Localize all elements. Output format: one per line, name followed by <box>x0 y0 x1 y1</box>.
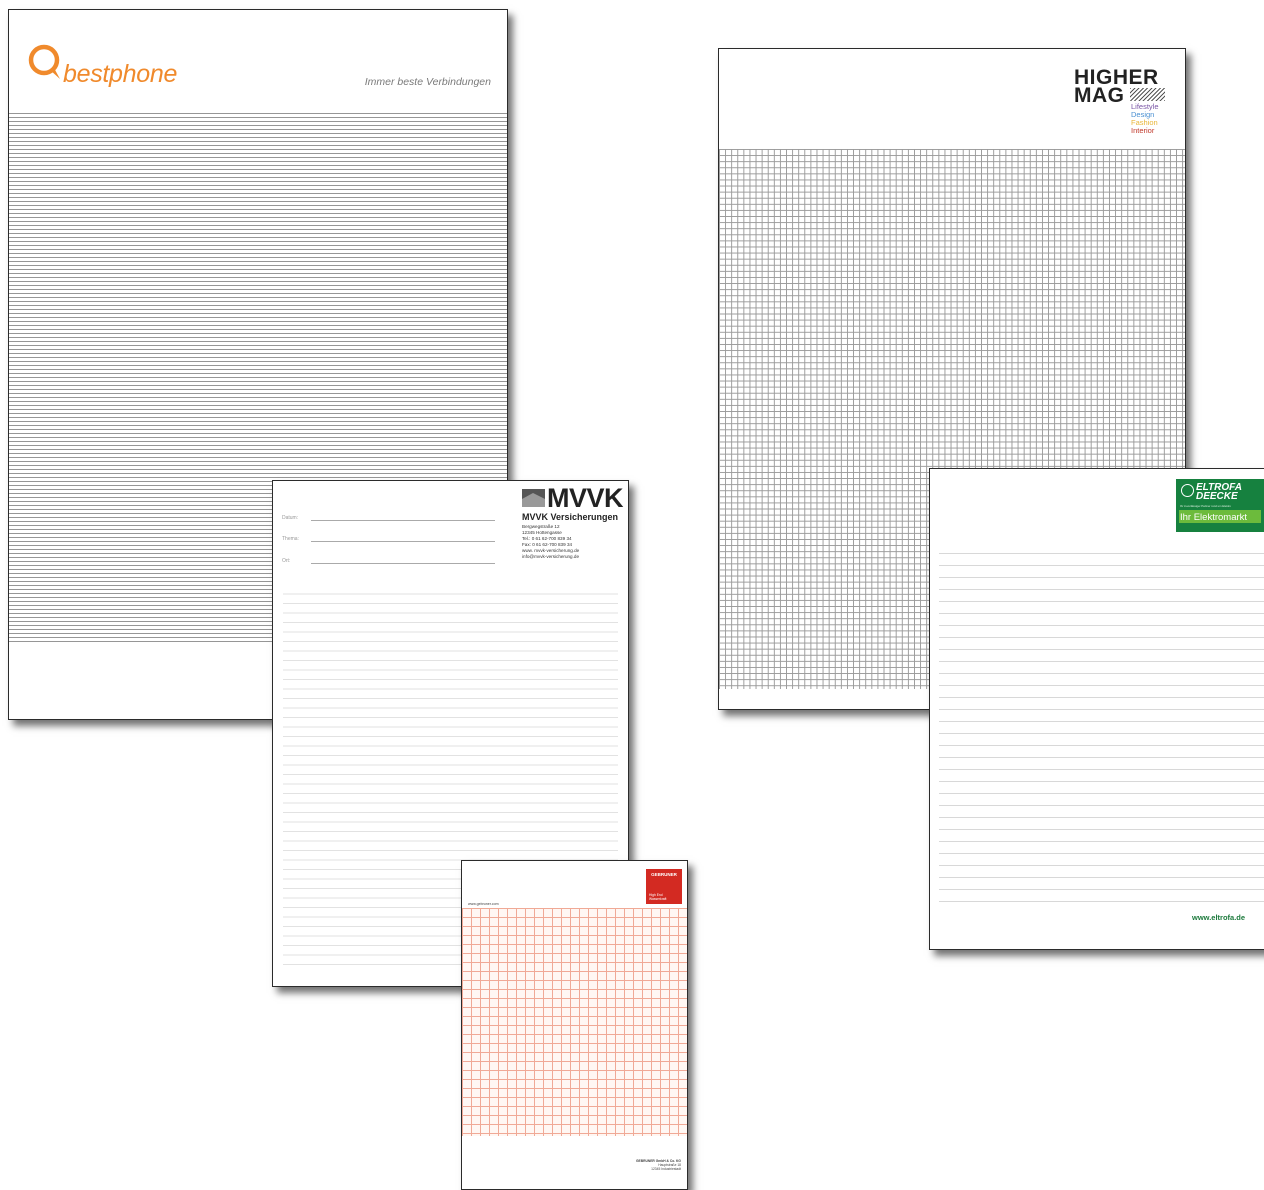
field-line <box>311 563 495 564</box>
mvvk-company-name: MVVK Versicherungen <box>522 512 619 522</box>
eltrofa-logo-name: ELTROFA DEECKE <box>1196 483 1242 502</box>
mvvk-logo-icon <box>522 489 545 507</box>
eltrofa-url: www.eltrofa.de <box>1192 913 1246 922</box>
notepad-eltrofa: ELTROFA DEECKE Ihr zuverlässiger Partner… <box>929 468 1264 950</box>
notepad-gebruner: GEBRUNER High End Wasserkraft www.gebrun… <box>461 860 688 1190</box>
eltrofa-subline: Ihr Elektromarkt <box>1180 512 1248 523</box>
field-line <box>311 520 495 521</box>
gebruner-tagline-line: Wasserkraft <box>649 897 667 901</box>
field-label-place: Ort: <box>282 558 291 564</box>
field-label-topic: Thema: <box>282 536 299 542</box>
gebruner-logo-tagline: High End Wasserkraft <box>649 893 666 901</box>
field-label-date: Datum: <box>282 515 299 521</box>
speech-bubble-q-logo-icon <box>28 44 60 79</box>
bestphone-brand-name: bestphone <box>63 60 178 88</box>
gebruner-url: www.gebruner.com <box>468 902 499 906</box>
mvvk-logo-text: MVVK <box>547 483 624 513</box>
ruled-lines <box>939 542 1264 902</box>
higher-mag-category: Interior <box>1131 126 1155 135</box>
eltrofa-logo-small-text: Ihr zuverlässiger Partner rund um Elektr… <box>1180 504 1231 508</box>
field-line <box>311 541 495 542</box>
eltrofa-logo: ELTROFA DEECKE Ihr zuverlässiger Partner… <box>1176 479 1264 532</box>
gebruner-footer-line: 12345 Industriestadt <box>651 1167 681 1171</box>
hatch-pattern-icon <box>1130 88 1165 101</box>
gebruner-logo-name: GEBRUNER <box>651 872 677 877</box>
eltrofa-brand-line: DEECKE <box>1196 491 1238 502</box>
bestphone-tagline: Immer beste Verbindungen <box>364 76 491 88</box>
grid-paper <box>462 908 687 1136</box>
gebruner-logo: GEBRUNER High End Wasserkraft <box>646 869 682 904</box>
higher-mag-title-line2: MAG <box>1074 84 1125 107</box>
eltrofa-logo-icon <box>1181 484 1194 497</box>
mvvk-address-line: info@mvvk-versicherung.de <box>522 554 580 559</box>
